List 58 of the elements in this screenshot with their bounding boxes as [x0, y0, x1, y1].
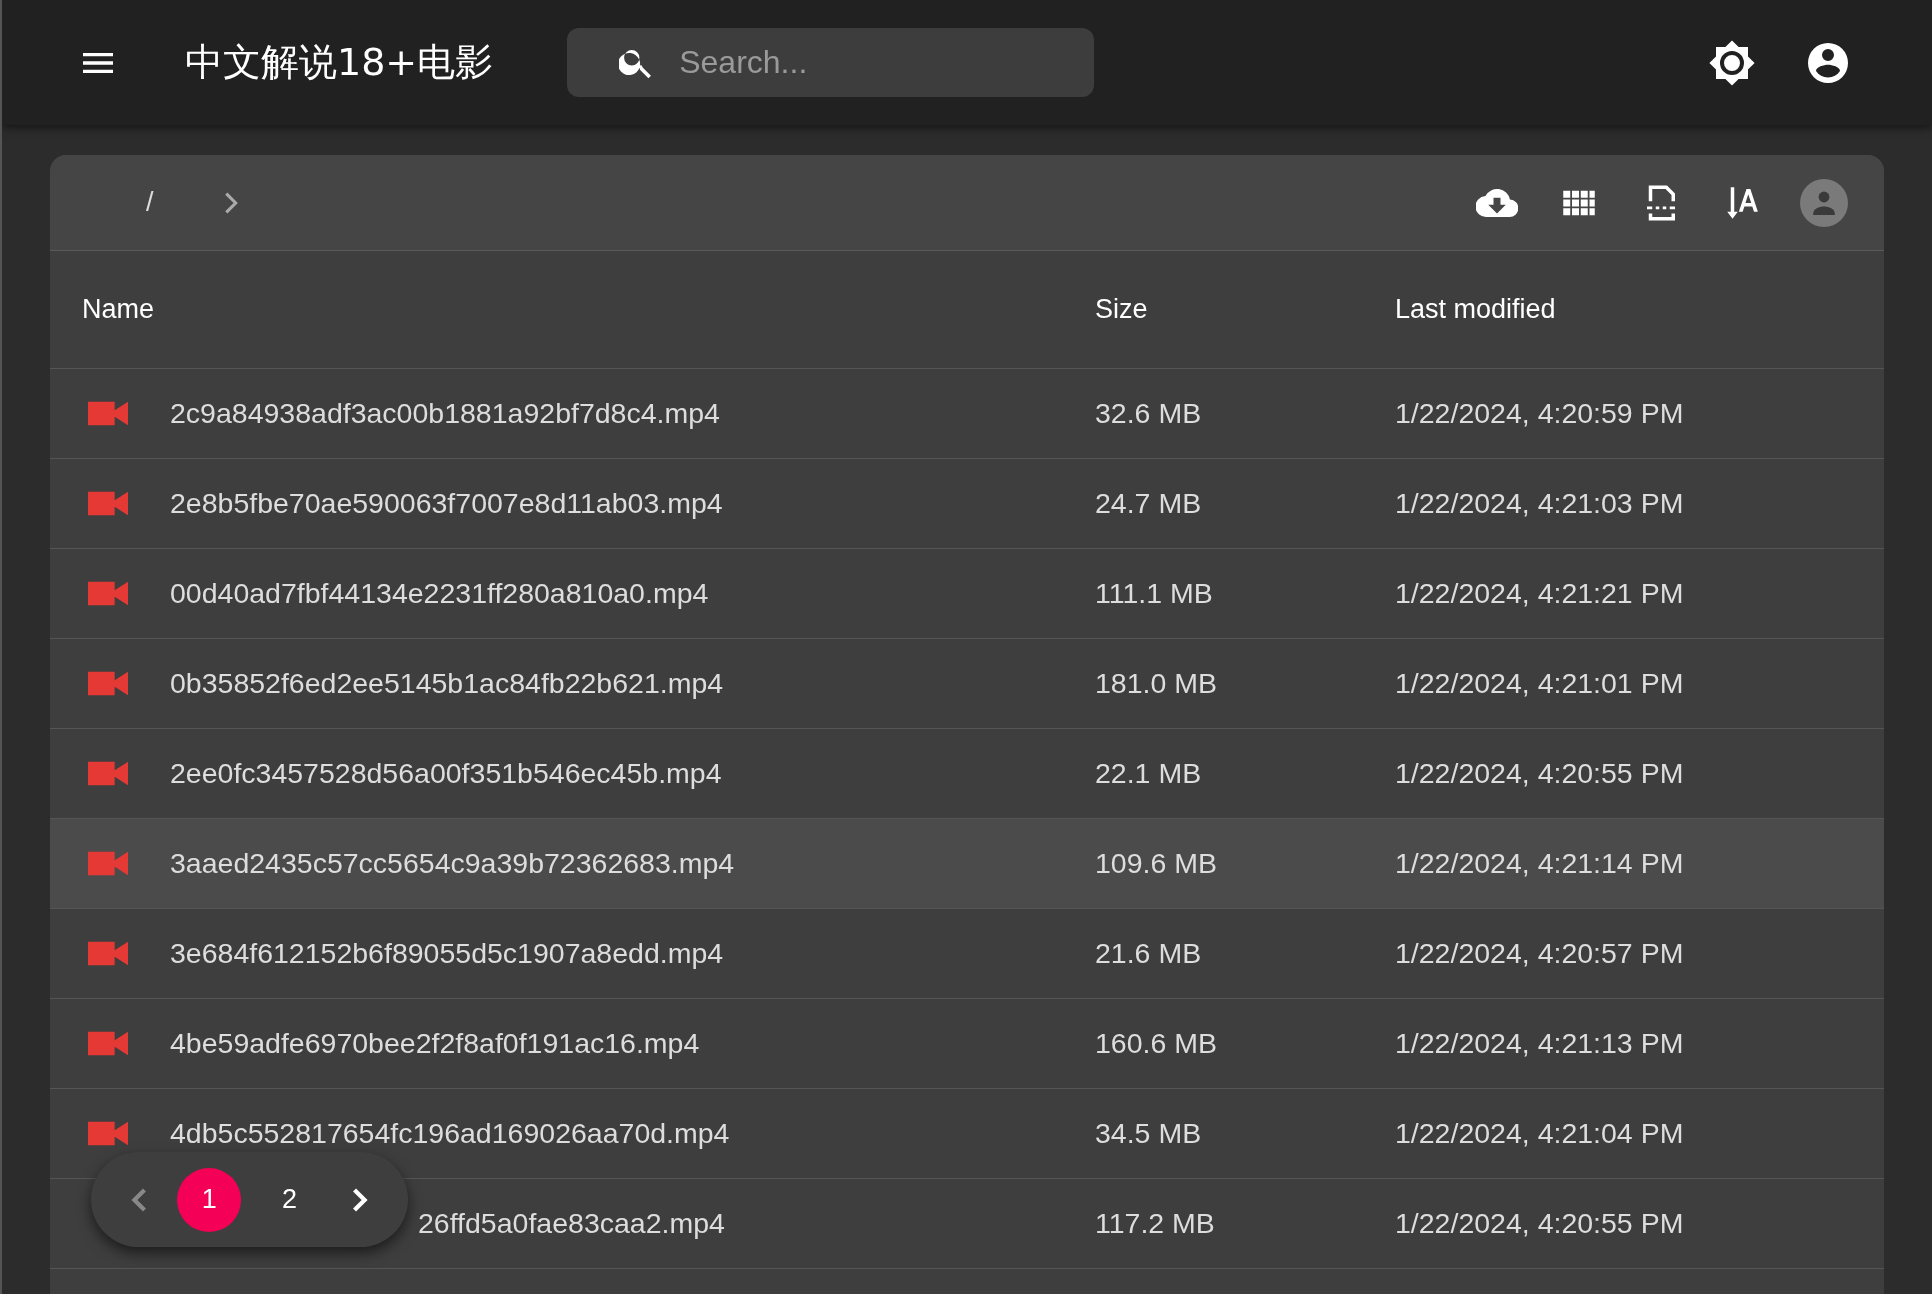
file-row[interactable]: 2c9a84938adf3ac00b1881a92bf7d8c4.mp4 32.6 MB 1/22/2024, 4:20:59 PM: [50, 369, 1884, 459]
file-size: 21.6 MB: [1095, 937, 1203, 970]
file-name: 00d40ad7fbf44134e2231ff280a810a0.mp4: [170, 577, 709, 610]
breadcrumb-path[interactable]: /: [138, 183, 162, 222]
video-camera-icon: [88, 850, 128, 877]
chevron-right-icon: [351, 1186, 368, 1213]
file-name: 2ee0fc3457528d56a00f351b546ec45b.mp4: [170, 757, 722, 790]
file-name: 0b35852f6ed2ee5145b1ac84fb22b621.mp4: [170, 667, 724, 700]
file-name: 2c9a84938adf3ac00b1881a92bf7d8c4.mp4: [170, 397, 720, 430]
modified-date: 1/22/2024, 4:21:04 PM: [1395, 1117, 1685, 1150]
file-size: 34.5 MB: [1095, 1117, 1203, 1150]
search-field[interactable]: Search...: [567, 28, 1095, 97]
app-title: 中文解说18+电影: [185, 39, 494, 86]
modified-date: 1/22/2024, 4:21:21 PM: [1395, 577, 1685, 610]
file-size: 160.6 MB: [1095, 1027, 1218, 1060]
video-camera-icon: [88, 760, 128, 787]
file-name: 3aaed2435c57cc5654c9a39b72362683.mp4: [170, 847, 735, 880]
video-camera-icon: [88, 940, 128, 967]
video-camera-icon: [88, 1030, 128, 1057]
file-name: 4be59adfe6970bee2f2f8af0f191ac16.mp4: [170, 1027, 700, 1060]
column-header[interactable]: Name: [50, 294, 1095, 325]
modified-date: 1/22/2024, 4:20:59 PM: [1395, 397, 1685, 430]
file-size: 22.1 MB: [1095, 757, 1203, 790]
video-camera-icon: [88, 670, 128, 697]
file-row[interactable]: 2e8b5fbe70ae590063f7007e8d11ab03.mp4 24.7 MB 1/22/2024, 4:21:03 PM: [50, 459, 1884, 549]
file-size: 109.6 MB: [1095, 847, 1218, 880]
file-row[interactable]: 4be59adfe6970bee2f2f8af0f191ac16.mp4 160.6 MB 1/22/2024, 4:21:13 PM: [50, 999, 1884, 1089]
file-size: 111.1 MB: [1095, 577, 1214, 610]
modified-date: 1/22/2024, 4:21:14 PM: [1395, 847, 1685, 880]
chevron-right-icon: [223, 190, 238, 215]
video-camera-icon: [88, 400, 128, 427]
column-header[interactable]: Last modified: [1395, 294, 1855, 325]
file-row[interactable]: 3e684f612152b6f89055d5c1907a8edd.mp4 21.6 MB 1/22/2024, 4:20:57 PM: [50, 909, 1884, 999]
column-header[interactable]: Size: [1095, 294, 1395, 325]
modified-date: 1/22/2024, 4:21:03 PM: [1395, 487, 1685, 520]
file-name: 2e8b5fbe70ae590063f7007e8d11ab03.mp4: [170, 487, 723, 520]
video-camera-icon: [88, 490, 128, 517]
file-name: 26ffd5a0fae83caa2.mp4: [418, 1207, 725, 1240]
video-camera-icon: [88, 580, 128, 607]
file-size: 32.6 MB: [1095, 397, 1203, 430]
user-avatar-icon[interactable]: [1800, 178, 1848, 227]
file-size: 24.7 MB: [1095, 487, 1203, 520]
modified-date: 1/22/2024, 4:21:13 PM: [1395, 1027, 1685, 1060]
modified-date: 1/22/2024, 4:20:55 PM: [1395, 757, 1685, 790]
file-size: 117.2 MB: [1095, 1207, 1216, 1240]
video-camera-icon: [88, 1120, 128, 1147]
file-row[interactable]: 0b35852f6ed2ee5145b1ac84fb22b621.mp4 181.0 MB 1/22/2024, 4:21:01 PM: [50, 639, 1884, 729]
chevron-left-icon: [131, 1186, 148, 1213]
file-row[interactable]: 3aaed2435c57cc5654c9a39b72362683.mp4 109.6 MB 1/22/2024, 4:21:14 PM: [50, 819, 1884, 909]
page-button[interactable]: 1: [177, 1167, 242, 1232]
brightness-icon[interactable]: [1708, 38, 1756, 87]
modified-date: 1/22/2024, 4:21:01 PM: [1395, 667, 1685, 700]
file-row[interactable]: 00d40ad7fbf44134e2231ff280a810a0.mp4 111.1 MB 1/22/2024, 4:21:21 PM: [50, 549, 1884, 639]
file-name: 3e684f612152b6f89055d5c1907a8edd.mp4: [170, 937, 724, 970]
modified-date: 1/22/2024, 4:20:55 PM: [1395, 1207, 1685, 1240]
modified-date: 1/22/2024, 4:20:57 PM: [1395, 937, 1685, 970]
file-size: 181.0 MB: [1095, 667, 1218, 700]
file-name: 4db5c552817654fc196ad169026aa70d.mp4: [170, 1117, 730, 1150]
